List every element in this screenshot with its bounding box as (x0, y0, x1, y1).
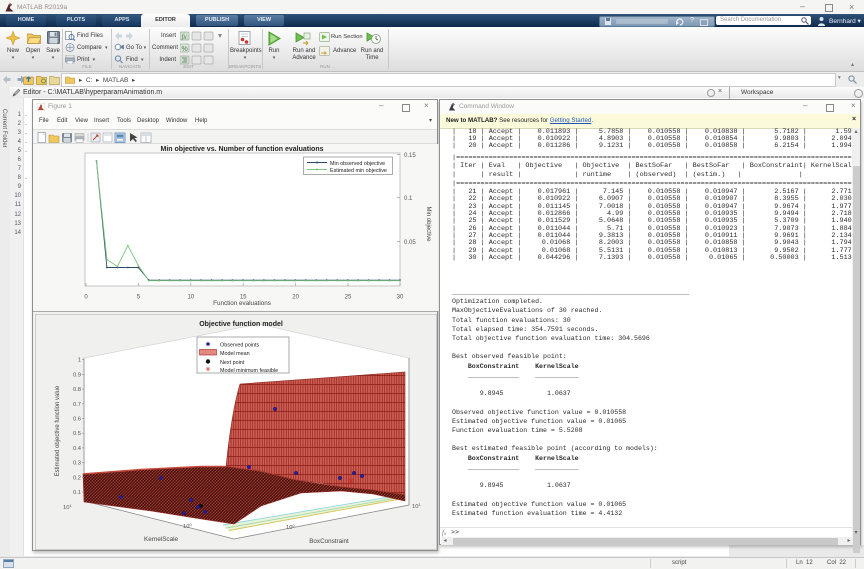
svg-text:0.1: 0.1 (404, 196, 413, 202)
svg-text:BoxConstraint: BoxConstraint (309, 538, 349, 545)
svg-text:Observed points: Observed points (220, 343, 260, 349)
svg-text:KernelScale: KernelScale (144, 536, 178, 543)
svg-text:0.2: 0.2 (73, 475, 81, 481)
svg-text:Min objective vs. Number of fu: Min objective vs. Number of function eva… (161, 146, 324, 153)
svg-text:Min observed objective: Min observed objective (330, 161, 385, 167)
svg-text:Min objective: Min objective (425, 206, 431, 242)
svg-text:fx: fx (182, 33, 188, 41)
svg-text:25: 25 (345, 295, 352, 301)
svg-text:100: 100 (183, 522, 192, 530)
svg-text:0.05: 0.05 (404, 240, 416, 246)
svg-text:20: 20 (292, 295, 299, 301)
svg-text:Estimated objective function v: Estimated objective function value (55, 385, 61, 476)
svg-text:100: 100 (286, 523, 295, 531)
svg-text:10: 10 (187, 295, 194, 301)
svg-text:1: 1 (78, 358, 81, 364)
svg-text:0.9: 0.9 (73, 372, 81, 378)
svg-text:0.5: 0.5 (73, 431, 81, 437)
svg-text:Model mean: Model mean (220, 351, 250, 357)
svg-text:30: 30 (397, 295, 404, 301)
svg-text:0.4: 0.4 (73, 446, 82, 452)
svg-text:0.6: 0.6 (73, 417, 81, 423)
svg-text:0.15: 0.15 (404, 153, 416, 159)
svg-text:Estimated min objective: Estimated min objective (330, 168, 387, 174)
svg-text:0.8: 0.8 (73, 387, 81, 393)
svg-text:%: % (182, 46, 188, 53)
svg-text:Next point: Next point (220, 360, 245, 366)
svg-text:0.1: 0.1 (73, 490, 81, 496)
svg-text:101: 101 (63, 503, 72, 511)
svg-text:Model minimum feasible: Model minimum feasible (220, 368, 278, 374)
svg-text:0.7: 0.7 (73, 402, 81, 408)
svg-text:Function evaluations: Function evaluations (213, 300, 271, 307)
svg-text:101: 101 (412, 502, 421, 510)
svg-text:0.3: 0.3 (73, 461, 81, 467)
svg-text:Objective function model: Objective function model (199, 321, 283, 328)
